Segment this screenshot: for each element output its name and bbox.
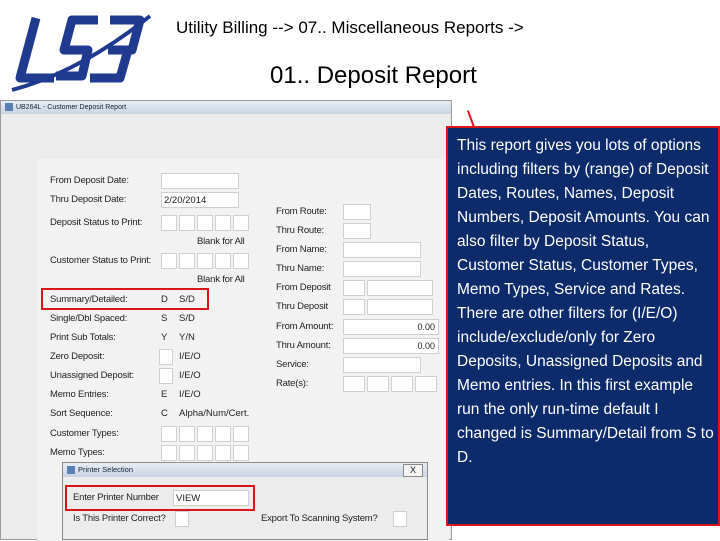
label-customer-types: Customer Types: xyxy=(50,428,119,439)
label-service: Service: xyxy=(276,359,309,370)
deposit-status-field-2[interactable] xyxy=(179,215,195,231)
label-thru-amount: Thru Amount: xyxy=(276,340,331,351)
unassigned-deposit-options: I/E/O xyxy=(179,370,201,381)
label-zero-deposit: Zero Deposit: xyxy=(50,351,105,362)
single-dbl-options: S/D xyxy=(179,313,195,324)
deposit-status-field-3[interactable] xyxy=(197,215,213,231)
customer-types-field-4[interactable] xyxy=(215,426,231,442)
label-enter-printer: Enter Printer Number xyxy=(73,492,159,503)
rates-field-2[interactable] xyxy=(367,376,389,392)
printer-selection-dialog: Printer Selection X Enter Printer Number… xyxy=(62,462,428,540)
label-thru-deposit: Thru Deposit xyxy=(276,301,328,312)
label-memo-entries: Memo Entries: xyxy=(50,389,109,400)
label-summary-detailed: Summary/Detailed: xyxy=(50,294,128,305)
thru-route-field[interactable] xyxy=(343,223,371,239)
printer-dialog-titlebar: Printer Selection X xyxy=(63,463,427,477)
from-deposit-field-1[interactable] xyxy=(343,280,365,296)
label-from-name: From Name: xyxy=(276,244,327,255)
close-button[interactable]: X xyxy=(403,464,423,477)
deposit-status-field-5[interactable] xyxy=(233,215,249,231)
thru-deposit-field-2[interactable] xyxy=(367,299,433,315)
label-customer-status: Customer Status to Print: xyxy=(50,255,152,266)
label-from-amount: From Amount: xyxy=(276,321,334,332)
from-deposit-field-2[interactable] xyxy=(367,280,433,296)
from-deposit-date-field[interactable] xyxy=(161,173,239,189)
customer-types-field-3[interactable] xyxy=(197,426,213,442)
zero-deposit-options: I/E/O xyxy=(179,351,201,362)
sort-sequence-value[interactable]: C xyxy=(161,408,168,419)
rates-field-1[interactable] xyxy=(343,376,365,392)
printer-number-field[interactable]: VIEW xyxy=(173,490,249,506)
label-print-sub-totals: Print Sub Totals: xyxy=(50,332,116,343)
label-thru-route: Thru Route: xyxy=(276,225,324,236)
label-export-scanning: Export To Scanning System? xyxy=(261,513,378,524)
window-icon xyxy=(5,103,13,112)
label-blank-for-all-1: Blank for All xyxy=(197,236,245,247)
service-field[interactable] xyxy=(343,357,421,373)
customer-status-field-4[interactable] xyxy=(215,253,231,269)
memo-types-field-3[interactable] xyxy=(197,445,213,461)
label-single-dbl: Single/Dbl Spaced: xyxy=(50,313,128,324)
memo-entries-options: I/E/O xyxy=(179,389,201,400)
label-is-printer-correct: Is This Printer Correct? xyxy=(73,513,166,524)
thru-amount-value: 0.00 xyxy=(417,341,435,351)
label-from-deposit: From Deposit xyxy=(276,282,331,293)
label-deposit-status: Deposit Status to Print: xyxy=(50,217,143,228)
label-memo-types: Memo Types: xyxy=(50,447,105,458)
printer-correct-field[interactable] xyxy=(175,511,189,527)
customer-types-field-1[interactable] xyxy=(161,426,177,442)
label-from-route: From Route: xyxy=(276,206,327,217)
window-titlebar: UB264L - Customer Deposit Report xyxy=(1,101,451,114)
from-name-field[interactable] xyxy=(343,242,421,258)
explanation-callout: This report gives you lots of options in… xyxy=(446,126,720,526)
breadcrumb: Utility Billing --> 07.. Miscellaneous R… xyxy=(176,18,524,37)
export-scanning-field[interactable] xyxy=(393,511,407,527)
summary-detailed-value[interactable]: D xyxy=(161,294,168,305)
rates-field-4[interactable] xyxy=(415,376,437,392)
customer-status-field-2[interactable] xyxy=(179,253,195,269)
label-thru-name: Thru Name: xyxy=(276,263,325,274)
printer-number-value: VIEW xyxy=(176,493,201,504)
print-sub-totals-value[interactable]: Y xyxy=(161,332,167,343)
single-dbl-value[interactable]: S xyxy=(161,313,167,324)
print-sub-totals-options: Y/N xyxy=(179,332,195,343)
unassigned-deposit-field[interactable] xyxy=(159,368,173,384)
memo-types-field-2[interactable] xyxy=(179,445,195,461)
label-unassigned-deposit: Unassigned Deposit: xyxy=(50,370,134,381)
deposit-status-field-4[interactable] xyxy=(215,215,231,231)
company-logo xyxy=(6,6,154,96)
window-title: UB264L - Customer Deposit Report xyxy=(16,104,127,111)
label-sort-sequence: Sort Sequence: xyxy=(50,408,113,419)
customer-types-field-5[interactable] xyxy=(233,426,249,442)
customer-status-field-1[interactable] xyxy=(161,253,177,269)
thru-deposit-field-1[interactable] xyxy=(343,299,365,315)
deposit-status-field-1[interactable] xyxy=(161,215,177,231)
zero-deposit-field[interactable] xyxy=(159,349,173,365)
memo-types-field-1[interactable] xyxy=(161,445,177,461)
sort-sequence-options: Alpha/Num/Cert. xyxy=(179,408,250,419)
label-from-deposit-date: From Deposit Date: xyxy=(50,175,129,186)
thru-deposit-date-value: 2/20/2014 xyxy=(164,195,207,206)
from-amount-value: 0.00 xyxy=(417,322,435,332)
memo-types-field-4[interactable] xyxy=(215,445,231,461)
label-thru-deposit-date: Thru Deposit Date: xyxy=(50,194,127,205)
thru-name-field[interactable] xyxy=(343,261,421,277)
customer-status-field-3[interactable] xyxy=(197,253,213,269)
rates-field-3[interactable] xyxy=(391,376,413,392)
customer-status-field-5[interactable] xyxy=(233,253,249,269)
from-route-field[interactable] xyxy=(343,204,371,220)
label-blank-for-all-2: Blank for All xyxy=(197,274,245,285)
memo-types-field-5[interactable] xyxy=(233,445,249,461)
thru-deposit-date-field[interactable]: 2/20/2014 xyxy=(161,192,239,208)
from-amount-field[interactable]: 0.00 xyxy=(343,319,439,335)
summary-detailed-options: S/D xyxy=(179,294,195,305)
printer-dialog-title: Printer Selection xyxy=(78,465,134,474)
label-rates: Rate(s): xyxy=(276,378,309,389)
callout-text: This report gives you lots of options in… xyxy=(457,137,714,466)
memo-entries-value[interactable]: E xyxy=(161,389,167,400)
page-title: 01.. Deposit Report xyxy=(270,62,477,89)
customer-types-field-2[interactable] xyxy=(179,426,195,442)
thru-amount-field[interactable]: 0.00 xyxy=(343,338,439,354)
window-icon xyxy=(67,466,75,475)
